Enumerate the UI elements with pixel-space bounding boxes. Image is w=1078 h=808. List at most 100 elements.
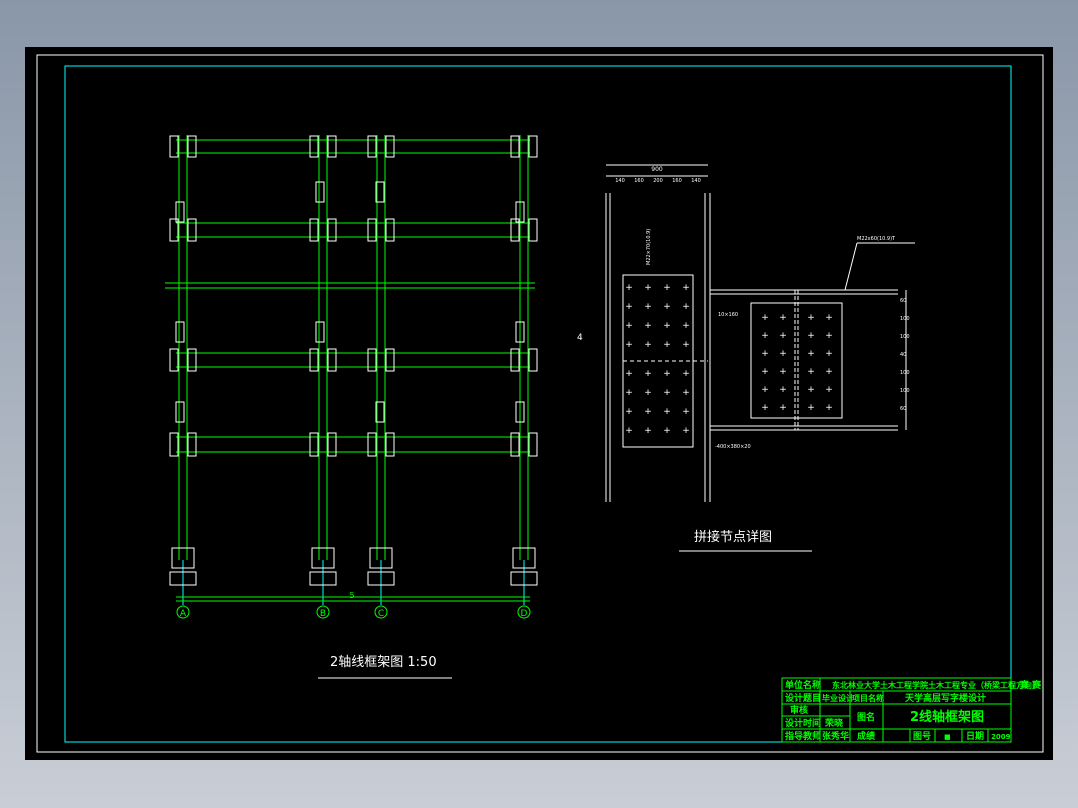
beam-connection <box>309 135 319 158</box>
bolt-icon: + <box>663 369 671 379</box>
bolt-icon: + <box>644 302 652 312</box>
axis-label-D: D <box>521 609 528 619</box>
cad-drawing-canvas[interactable]: A B C D 5 900 140 160 200 160 140 + + + + + + + + + + + + + + + +… <box>25 47 1053 760</box>
bolt-icon: + <box>761 403 769 413</box>
bolt-icon: + <box>644 321 652 331</box>
column-splice <box>315 321 325 343</box>
beam-connection <box>367 218 377 242</box>
beam-connection <box>309 432 319 457</box>
bolt-icon: + <box>825 403 833 413</box>
project-label: 项目名称 <box>852 693 884 703</box>
bolt-icon: + <box>807 313 815 323</box>
plate-note: 10×160 <box>718 312 738 318</box>
topic-label: 设计题目 <box>785 692 821 704</box>
plate-note-bottom: -400×380×20 <box>715 444 751 450</box>
column-splice <box>175 321 185 343</box>
project-value: 天学高层写字楼设计 <box>905 692 986 704</box>
beam-connection <box>169 348 179 372</box>
bolt-icon: + <box>663 407 671 417</box>
side-dimension: 100 <box>900 370 910 376</box>
topic-value: 毕业设计 <box>822 693 854 703</box>
vertical-note: M22×70(10.9) <box>646 229 652 265</box>
side-dimension: 100 <box>900 388 910 394</box>
beam-connection <box>510 348 520 372</box>
beam-connection <box>327 348 337 372</box>
column-splice <box>175 401 185 423</box>
bolt-icon: + <box>625 283 633 293</box>
beam-connection <box>187 218 197 242</box>
top-dimension: 900 <box>651 166 663 173</box>
drawing-name-label: 图名 <box>857 711 875 723</box>
bolt-icon: + <box>779 385 787 395</box>
bolt-icon: + <box>779 403 787 413</box>
date-value: 2009 <box>991 733 1011 741</box>
bolt-icon: + <box>625 388 633 398</box>
drawing-no-label: 图号 <box>913 731 931 742</box>
bolt-icon: + <box>644 369 652 379</box>
bolt-icon: + <box>779 331 787 341</box>
side-dimension: 40 <box>900 352 906 358</box>
sub-dimension: 200 <box>653 178 663 184</box>
bolt-icon: + <box>663 283 671 293</box>
beam-connection <box>169 135 179 158</box>
beam-connection <box>169 432 179 457</box>
beam-connection <box>385 432 395 457</box>
advisor-label: 指导教师 <box>785 730 821 742</box>
beam-connection <box>528 432 538 457</box>
beam-connection <box>187 432 197 457</box>
bolt-icon: + <box>779 349 787 359</box>
bolt-icon: + <box>682 321 690 331</box>
bolt-icon: + <box>625 369 633 379</box>
drawing-name-value: 2线轴框架图 <box>910 709 984 725</box>
bolt-icon: + <box>625 321 633 331</box>
unit-label: 单位名称 <box>785 679 821 691</box>
bolt-icon: + <box>682 407 690 417</box>
designer: 荣晓 <box>824 717 843 729</box>
design-time-label: 设计时间 <box>785 717 821 729</box>
beam-connection <box>528 135 538 158</box>
bolt-icon: + <box>761 349 769 359</box>
sub-dimension: 160 <box>672 178 682 184</box>
leader-line <box>844 242 858 291</box>
axis-label-B: B <box>320 609 326 619</box>
bolt-icon: + <box>807 403 815 413</box>
bolt-icon: + <box>825 385 833 395</box>
date-label: 日期 <box>966 730 984 742</box>
section-mark: 4 <box>577 333 583 343</box>
bolt-icon: + <box>825 349 833 359</box>
review-label: 审核 <box>790 704 808 716</box>
bolt-icon: + <box>682 340 690 350</box>
title-block: 单位名称 东北林业大学土木工程学院土木工程专业（桥梁工程方向） 设计题目 毕业设… <box>781 677 1042 743</box>
beam-connection <box>385 348 395 372</box>
bolt-icon: + <box>682 388 690 398</box>
bolt-icon: + <box>682 302 690 312</box>
bolt-icon: + <box>663 388 671 398</box>
bolt-icon: + <box>807 367 815 377</box>
overall-dimension: 5 <box>349 591 354 600</box>
advisor-value: 张秀华 <box>822 730 849 742</box>
bolt-icon: + <box>761 385 769 395</box>
bolt-icon: + <box>761 331 769 341</box>
detail-title: 拼接节点详图 <box>694 529 772 545</box>
drawing-svg: A B C D 5 900 140 160 200 160 140 + + + + + + + + + + + + + + + +… <box>36 54 1044 753</box>
frame-elevation: A B C D 5 <box>165 135 538 619</box>
beam-connection <box>309 348 319 372</box>
frame-title: 2轴线框架图 1:50 <box>330 655 437 670</box>
beam-connection <box>367 135 377 158</box>
beam-connection <box>528 348 538 372</box>
beam-connection <box>187 348 197 372</box>
sub-dimension: 160 <box>634 178 644 184</box>
side-dimension: 60 <box>900 298 906 304</box>
axis-label-C: C <box>378 609 384 619</box>
outer-border <box>36 54 1044 753</box>
bolt-icon: + <box>663 321 671 331</box>
beam-connection <box>510 135 520 158</box>
bolt-icon: + <box>779 313 787 323</box>
unit-value: 东北林业大学土木工程学院土木工程专业（桥梁工程方向） <box>832 680 1040 690</box>
bolt-icon: + <box>761 313 769 323</box>
bolt-icon: + <box>644 283 652 293</box>
bolt-icon: + <box>644 388 652 398</box>
bolt-icon: + <box>644 340 652 350</box>
beam-connection <box>367 432 377 457</box>
bolt-icon: + <box>682 283 690 293</box>
